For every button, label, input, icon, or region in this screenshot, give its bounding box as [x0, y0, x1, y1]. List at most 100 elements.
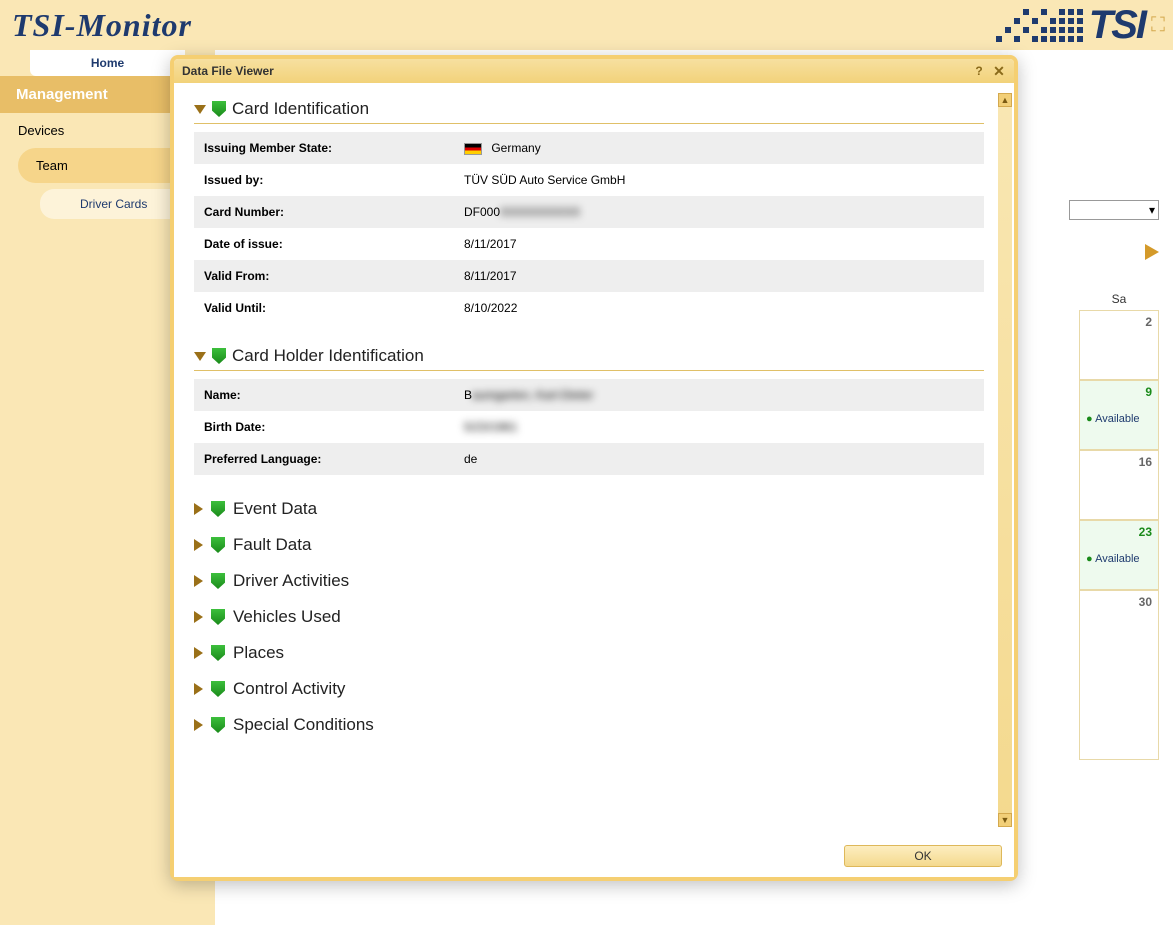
calendar-cell[interactable]: 2: [1079, 310, 1159, 380]
collapsed-sections: Event Data Fault Data Driver Activities …: [194, 491, 984, 743]
calendar-cell[interactable]: 16: [1079, 450, 1159, 520]
section-title: Event Data: [233, 499, 317, 519]
expand-triangle-icon: [194, 503, 203, 515]
card-identification-table: Issuing Member State: Germany Issued by:…: [194, 132, 984, 324]
expand-triangle-icon: [194, 647, 203, 659]
shield-icon: [211, 645, 225, 661]
table-row: Date of issue: 8/11/2017: [194, 228, 984, 260]
sidebar-subitem-driver-cards[interactable]: Driver Cards: [40, 189, 185, 219]
shield-icon: [212, 101, 226, 117]
calendar-day-header: Sa: [1079, 286, 1159, 312]
section-card-holder-identification: Card Holder Identification Name: Baumgar…: [194, 340, 984, 475]
scrollbar-track[interactable]: ▲ ▼: [998, 93, 1012, 827]
shield-icon: [211, 537, 225, 553]
shield-icon: [211, 501, 225, 517]
field-value: 8/10/2022: [454, 292, 984, 324]
section-vehicles-used[interactable]: Vehicles Used: [194, 599, 984, 635]
shield-icon: [212, 348, 226, 364]
table-row: Name: Baumgarten, Karl-Dieter: [194, 379, 984, 411]
close-icon[interactable]: ✕: [992, 64, 1006, 78]
collapse-triangle-icon: [194, 352, 206, 361]
table-row: Preferred Language: de: [194, 443, 984, 475]
field-label: Issuing Member State:: [194, 132, 454, 164]
section-control-activity[interactable]: Control Activity: [194, 671, 984, 707]
expand-triangle-icon: [194, 575, 203, 587]
ok-button[interactable]: OK: [844, 845, 1002, 867]
shield-icon: [211, 573, 225, 589]
section-title: Vehicles Used: [233, 607, 341, 627]
app-header: TSI-Monitor TSI ⛶: [0, 0, 1173, 50]
field-label: Name:: [194, 379, 454, 411]
field-label: Birth Date:: [194, 411, 454, 443]
section-places[interactable]: Places: [194, 635, 984, 671]
expand-icon[interactable]: ⛶: [1151, 14, 1165, 37]
field-value: Germany: [454, 132, 984, 164]
field-value: 8/11/2017: [454, 228, 984, 260]
flag-de-icon: [464, 143, 482, 155]
table-row: Issued by: TÜV SÜD Auto Service GmbH: [194, 164, 984, 196]
field-label: Valid Until:: [194, 292, 454, 324]
calendar-select[interactable]: ▾: [1069, 200, 1159, 220]
calendar-day-number: 23: [1086, 525, 1152, 539]
dialog-titlebar[interactable]: Data File Viewer ? ✕: [174, 59, 1014, 83]
app-title: TSI-Monitor: [0, 7, 192, 44]
calendar-day-number: 9: [1086, 385, 1152, 399]
section-title: Card Holder Identification: [232, 346, 424, 366]
calendar-available-label: Available: [1086, 413, 1152, 425]
shield-icon: [211, 609, 225, 625]
dialog-footer: OK: [174, 837, 1014, 877]
section-header[interactable]: Card Holder Identification: [194, 340, 984, 371]
section-driver-activities[interactable]: Driver Activities: [194, 563, 984, 599]
logo-dots: [996, 9, 1083, 42]
shield-icon: [211, 681, 225, 697]
scroll-up-button[interactable]: ▲: [998, 93, 1012, 107]
table-row: Card Number: DF000XXXXXXXXXX: [194, 196, 984, 228]
field-label: Card Number:: [194, 196, 454, 228]
calendar-cell[interactable]: 9 Available: [1079, 380, 1159, 450]
calendar-cell[interactable]: 23 Available: [1079, 520, 1159, 590]
expand-triangle-icon: [194, 539, 203, 551]
scroll-down-button[interactable]: ▼: [998, 813, 1012, 827]
calendar-day-number: 16: [1086, 455, 1152, 469]
collapse-triangle-icon: [194, 105, 206, 114]
section-special-conditions[interactable]: Special Conditions: [194, 707, 984, 743]
card-holder-table: Name: Baumgarten, Karl-Dieter Birth Date…: [194, 379, 984, 475]
section-fault-data[interactable]: Fault Data: [194, 527, 984, 563]
field-value: 5/23/1961: [454, 411, 984, 443]
section-title: Places: [233, 643, 284, 663]
field-value: de: [454, 443, 984, 475]
calendar-day-number: 2: [1086, 315, 1152, 329]
section-title: Card Identification: [232, 99, 369, 119]
field-value: DF000XXXXXXXXXX: [454, 196, 984, 228]
table-row: Issuing Member State: Germany: [194, 132, 984, 164]
table-row: Valid From: 8/11/2017: [194, 260, 984, 292]
expand-triangle-icon: [194, 719, 203, 731]
field-label: Date of issue:: [194, 228, 454, 260]
section-title: Driver Activities: [233, 571, 349, 591]
tab-home[interactable]: Home: [30, 50, 185, 76]
logo-brand: TSI: [1089, 3, 1145, 48]
field-label: Valid From:: [194, 260, 454, 292]
section-header[interactable]: Card Identification: [194, 93, 984, 124]
help-icon[interactable]: ?: [972, 64, 986, 78]
calendar-cell[interactable]: 30: [1079, 590, 1159, 760]
section-title: Fault Data: [233, 535, 311, 555]
shield-icon: [211, 717, 225, 733]
expand-triangle-icon: [194, 683, 203, 695]
section-card-identification: Card Identification Issuing Member State…: [194, 93, 984, 324]
section-event-data[interactable]: Event Data: [194, 491, 984, 527]
calendar-available-label: Available: [1086, 553, 1152, 565]
data-file-viewer-dialog: Data File Viewer ? ✕ ▲ ▼ Card Identifica…: [170, 55, 1018, 881]
calendar-next-arrow[interactable]: [1145, 244, 1159, 260]
logo-right: TSI ⛶: [996, 3, 1173, 48]
table-row: Birth Date: 5/23/1961: [194, 411, 984, 443]
field-value: TÜV SÜD Auto Service GmbH: [454, 164, 984, 196]
field-value: Baumgarten, Karl-Dieter: [454, 379, 984, 411]
dialog-title-text: Data File Viewer: [182, 64, 274, 78]
calendar-day-number: 30: [1086, 595, 1152, 609]
expand-triangle-icon: [194, 611, 203, 623]
field-value: 8/11/2017: [454, 260, 984, 292]
section-title: Special Conditions: [233, 715, 374, 735]
field-label: Preferred Language:: [194, 443, 454, 475]
table-row: Valid Until: 8/10/2022: [194, 292, 984, 324]
